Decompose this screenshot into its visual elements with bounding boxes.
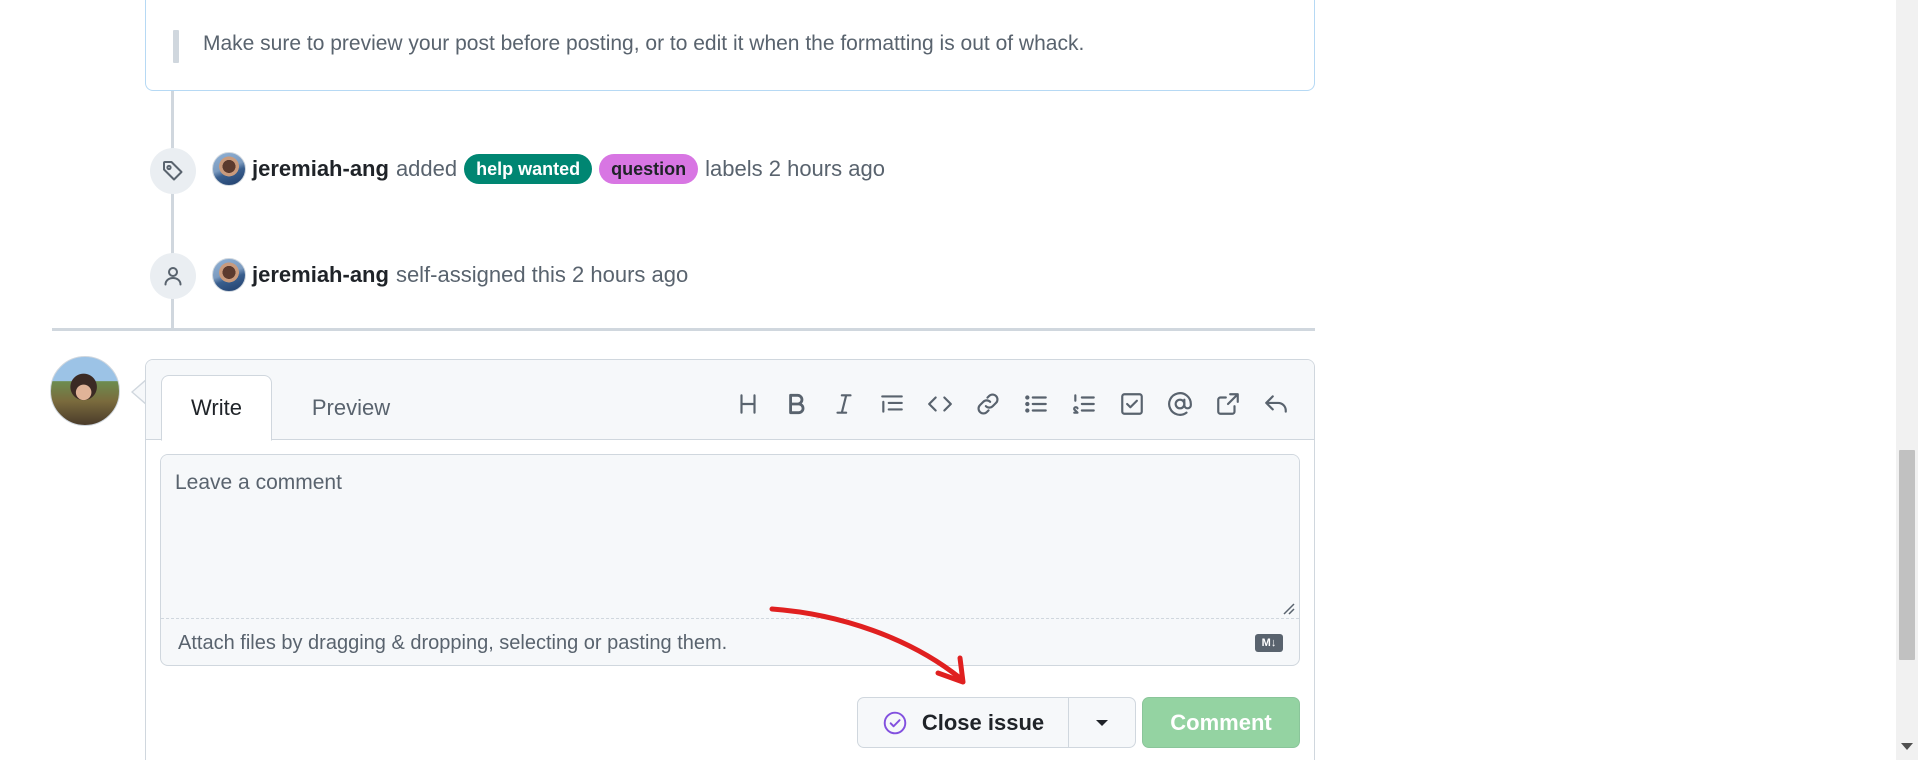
event-action[interactable]: self-assigned this 2 hours ago [396, 262, 688, 288]
timeline-assign-event: jeremiah-ang self-assigned this 2 hours … [212, 258, 688, 292]
mention-icon[interactable] [1156, 382, 1204, 426]
event-action: added [395, 156, 458, 181]
author-link[interactable]: jeremiah-ang [252, 156, 389, 182]
close-issue-button-group: Close issue [857, 697, 1136, 748]
comment-input[interactable] [161, 455, 1299, 618]
bold-icon[interactable] [772, 382, 820, 426]
author-link[interactable]: jeremiah-ang [252, 262, 389, 288]
code-icon[interactable] [916, 382, 964, 426]
cross-reference-icon[interactable] [1204, 382, 1252, 426]
current-user-avatar[interactable] [50, 356, 120, 426]
italic-icon[interactable] [820, 382, 868, 426]
check-circle-icon [883, 711, 907, 734]
ordered-list-icon[interactable] [1060, 382, 1108, 426]
comment-editor: Write Preview Leave a comment Attach fil… [145, 359, 1315, 760]
page-scrollbar[interactable] [1896, 0, 1918, 760]
comment-button[interactable]: Comment [1142, 697, 1300, 748]
avatar[interactable] [212, 258, 246, 292]
attach-files-text[interactable]: Attach files by dragging & dropping, sel… [178, 632, 727, 655]
scroll-down-arrow-icon[interactable] [1901, 743, 1913, 750]
avatar[interactable] [212, 152, 246, 186]
timeline-labels-event: jeremiah-ang added help wanted question … [212, 152, 885, 186]
comment-body: Make sure to preview your post before po… [145, 0, 1315, 91]
issue-page: Make sure to preview your post before po… [0, 0, 1918, 760]
label-help-wanted[interactable]: help wanted [464, 154, 593, 184]
event-timestamp[interactable]: labels 2 hours ago [705, 156, 885, 182]
quote-icon[interactable] [868, 382, 916, 426]
label-question[interactable]: question [599, 154, 699, 184]
close-issue-dropdown[interactable] [1069, 698, 1135, 747]
attach-files-bar[interactable]: Attach files by dragging & dropping, sel… [161, 618, 1299, 665]
tab-write[interactable]: Write [161, 375, 272, 441]
close-issue-label: Close issue [921, 709, 1045, 735]
markdown-toolbar [724, 382, 1300, 426]
comment-textarea-wrapper: Attach files by dragging & dropping, sel… [160, 454, 1300, 666]
editor-header: Write Preview [146, 360, 1314, 441]
blockquote-bar [173, 30, 179, 63]
scrollbar-thumb[interactable] [1899, 450, 1915, 660]
markdown-icon[interactable]: M↓ [1255, 634, 1283, 652]
resize-handle[interactable] [1281, 601, 1295, 615]
person-icon [150, 253, 196, 299]
tag-icon [150, 148, 196, 194]
close-issue-button[interactable]: Close issue [858, 698, 1069, 747]
unordered-list-icon[interactable] [1012, 382, 1060, 426]
caret-down-icon [1096, 719, 1108, 726]
task-list-icon[interactable] [1108, 382, 1156, 426]
timeline-divider [52, 328, 1315, 331]
heading-icon[interactable] [724, 382, 772, 426]
blockquote-text: Make sure to preview your post before po… [203, 32, 1085, 55]
tab-preview[interactable]: Preview [286, 375, 416, 441]
link-icon[interactable] [964, 382, 1012, 426]
saved-replies-icon[interactable] [1252, 382, 1300, 426]
